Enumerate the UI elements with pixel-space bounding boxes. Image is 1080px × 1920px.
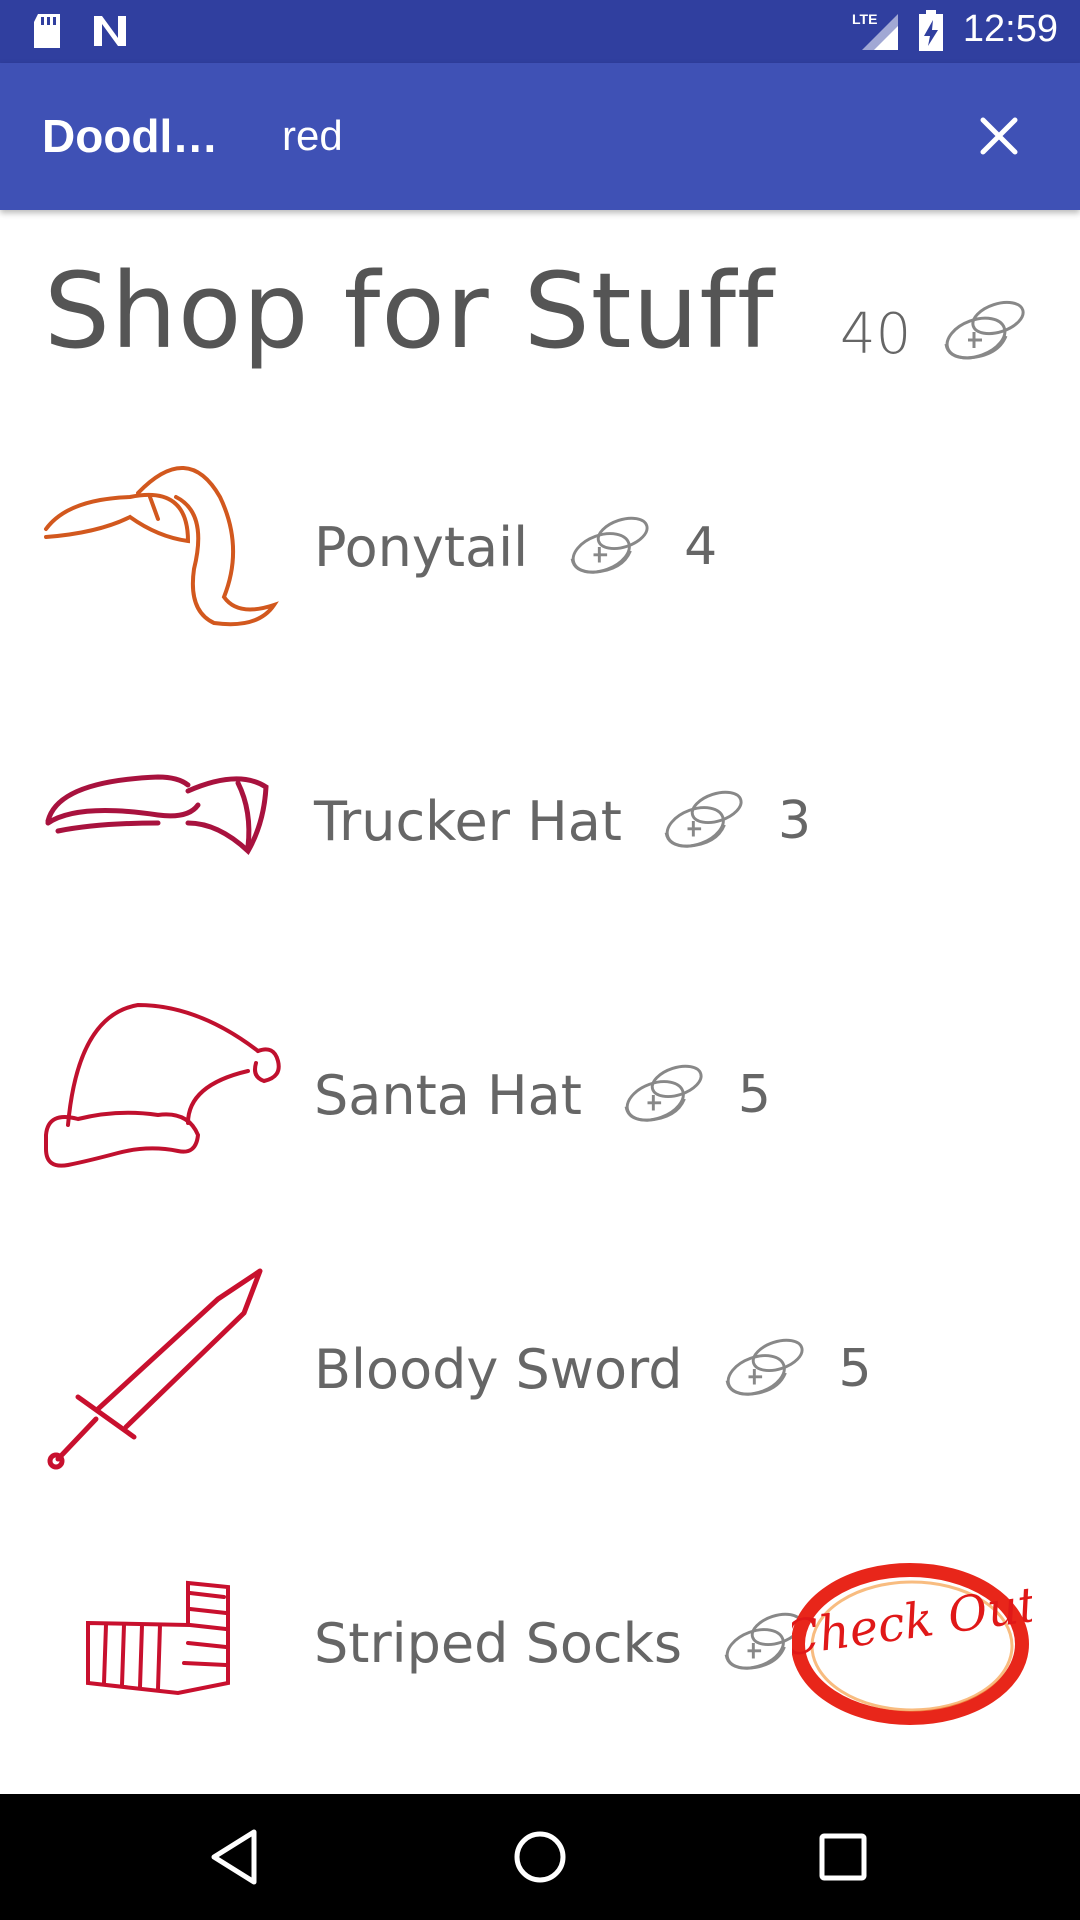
coins-icon: [624, 1064, 703, 1122]
checkout-badge-icon: Check Out: [779, 1563, 1042, 1725]
sd-card-icon: [34, 14, 60, 48]
item-name: Santa Hat: [314, 1063, 582, 1127]
item-name: Striped Socks: [314, 1611, 683, 1675]
coins-icon: [725, 1338, 804, 1396]
page-title: Shop for Stuff: [44, 250, 775, 372]
back-icon[interactable]: [200, 1822, 270, 1892]
checkout-button[interactable]: Check Out: [779, 1558, 1042, 1728]
navigation-bar: [0, 1794, 1080, 1920]
coin-balance: 40: [840, 302, 912, 367]
shop-item-santa-hat[interactable]: Santa Hat 5: [0, 985, 1080, 1205]
ponytail-icon: [44, 466, 279, 627]
recents-icon[interactable]: [808, 1822, 878, 1892]
item-name: Ponytail: [314, 515, 529, 579]
close-search-button[interactable]: [966, 103, 1032, 169]
item-name: Trucker Hat: [314, 789, 622, 853]
sword-icon: [47, 1268, 263, 1470]
coins-icon: [570, 516, 649, 574]
app-title: Doodl…: [42, 110, 219, 162]
coins-icon: [664, 790, 743, 848]
svg-text:LTE: LTE: [852, 11, 877, 27]
socks-icon: [86, 1580, 230, 1696]
home-icon[interactable]: [505, 1822, 575, 1892]
lte-signal-icon: LTE: [852, 11, 898, 50]
item-name: Bloody Sword: [314, 1337, 683, 1401]
item-price: 3: [777, 791, 812, 851]
coins-icon: [944, 300, 1025, 360]
status-bar: LTE 12:59: [0, 0, 1080, 63]
item-price: 5: [737, 1065, 771, 1125]
search-input[interactable]: [270, 103, 934, 169]
shop-item-ponytail[interactable]: Ponytail 4: [0, 437, 1080, 657]
battery-icon: [919, 10, 943, 51]
close-icon: [980, 117, 1018, 155]
shop-item-trucker-hat[interactable]: Trucker Hat 3: [0, 711, 1080, 931]
shop-item-bloody-sword[interactable]: Bloody Sword 5: [0, 1259, 1080, 1479]
trucker-hat-icon: [45, 774, 269, 855]
santa-hat-icon: [44, 1002, 281, 1168]
n-icon: [94, 16, 126, 46]
item-price: 4: [684, 517, 718, 577]
status-clock: 12:59: [962, 8, 1058, 50]
app-bar: Doodl…: [0, 63, 1080, 210]
item-price: 5: [838, 1339, 872, 1399]
